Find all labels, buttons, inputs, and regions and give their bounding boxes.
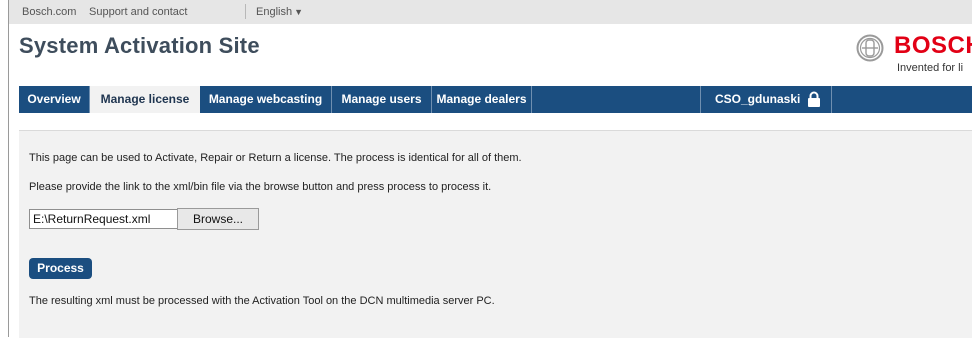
brand-logo: BOSCH xyxy=(894,32,972,59)
browse-button[interactable]: Browse... xyxy=(177,208,259,230)
chevron-down-icon: ▼ xyxy=(294,7,303,17)
user-account-menu[interactable]: CSO_gdunaski xyxy=(701,86,831,113)
bosch-armature-logo-icon xyxy=(856,34,884,62)
tab-manage-dealers[interactable]: Manage dealers xyxy=(432,86,531,113)
result-note-text: The resulting xml must be processed with… xyxy=(29,295,495,307)
content-panel: This page can be used to Activate, Repai… xyxy=(19,130,972,338)
brand-tagline: Invented for li xyxy=(897,62,964,74)
intro-text: This page can be used to Activate, Repai… xyxy=(29,152,522,164)
language-selector[interactable]: English ▼ xyxy=(256,6,303,18)
tab-manage-users[interactable]: Manage users xyxy=(332,86,431,113)
tab-overview[interactable]: Overview xyxy=(19,86,89,113)
page-title: System Activation Site xyxy=(19,33,260,58)
bosch-com-link[interactable]: Bosch.com xyxy=(22,6,76,18)
lock-icon xyxy=(808,91,820,107)
topbar-divider xyxy=(245,4,246,19)
support-contact-link[interactable]: Support and contact xyxy=(89,6,187,18)
top-utility-bar: Bosch.com Support and contact English ▼ xyxy=(9,0,972,24)
language-label: English xyxy=(256,6,293,18)
tab-manage-license[interactable]: Manage license xyxy=(90,86,200,113)
username-label: CSO_gdunaski xyxy=(715,92,801,106)
nav-divider xyxy=(531,86,532,113)
process-button[interactable]: Process xyxy=(29,258,92,279)
tab-manage-webcasting[interactable]: Manage webcasting xyxy=(200,86,331,113)
page-left-border xyxy=(8,0,9,337)
nav-divider xyxy=(831,86,832,113)
main-nav: Overview Manage license Manage webcastin… xyxy=(19,86,972,113)
instructions-text: Please provide the link to the xml/bin f… xyxy=(29,181,492,193)
file-path-input[interactable]: E:\ReturnRequest.xml xyxy=(29,209,178,229)
